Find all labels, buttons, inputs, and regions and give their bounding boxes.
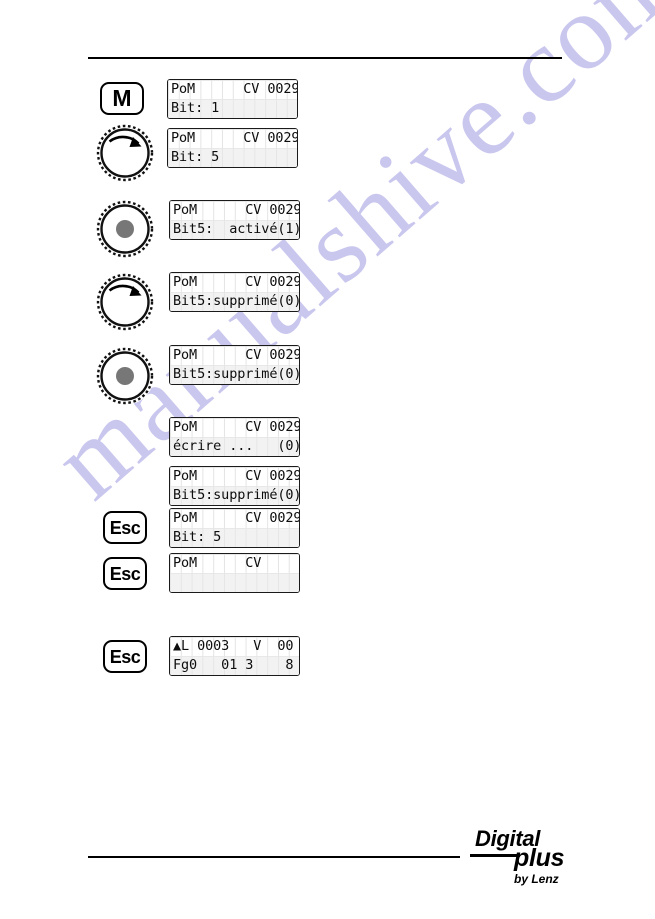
lcd-display: PoM CV 0029 Bit5: activé(1): [169, 200, 300, 240]
lcd-display: ▲L 0003 V 00 Fg0 01 3 8: [169, 636, 300, 676]
lcd-display: PoM CV 0029 Bit5:supprimé(0): [169, 272, 300, 312]
lcd-line-1: ▲L 0003 V 00: [173, 637, 294, 654]
logo-word-plus: plus: [514, 844, 565, 872]
lcd-display: PoM CV 0029 Bit5:supprimé(0): [169, 466, 300, 506]
lcd-line-2: [170, 573, 299, 592]
brand-logo: Digital plus by Lenz: [462, 826, 582, 888]
knob-press-icon[interactable]: [96, 200, 154, 258]
escape-key-label: Esc: [109, 563, 141, 584]
mode-key-icon[interactable]: M: [100, 82, 144, 115]
knob-press-icon[interactable]: [96, 347, 154, 405]
logo-byline: by Lenz: [514, 872, 559, 886]
lcd-line-2: Bit: 5: [170, 528, 299, 547]
lcd-line-1: PoM CV 0029: [173, 509, 300, 526]
lcd-line-1: PoM CV 0029: [173, 418, 300, 435]
lcd-line-1: PoM CV 0029: [173, 273, 300, 290]
lcd-display: PoM CV 0029 écrire ... (0): [169, 417, 300, 457]
lcd-line-2: Bit5:supprimé(0): [170, 486, 299, 505]
instruction-step-list: M PoM CV 0029 Bit: 1 PoM CV 0029 Bit: 5: [0, 0, 655, 919]
lcd-display: PoM CV 0029 Bit: 5: [169, 508, 300, 548]
lcd-line-1: PoM CV 0029: [171, 129, 298, 146]
lcd-line-2: Bit5:supprimé(0): [170, 292, 299, 311]
lcd-display: PoM CV _: [169, 553, 300, 593]
lcd-line-1: PoM CV 0029: [173, 346, 300, 363]
lcd-line-2: Bit5: activé(1): [170, 220, 299, 239]
escape-key-label: Esc: [109, 517, 141, 538]
escape-key-icon[interactable]: Esc: [103, 640, 147, 673]
lcd-line-2: Fg0 01 3 8: [170, 656, 299, 675]
footer-rule: [88, 856, 460, 858]
lcd-line-2: Bit: 5: [168, 148, 297, 167]
lcd-line-1: PoM CV _: [173, 554, 262, 571]
lcd-display: PoM CV 0029 Bit5:supprimé(0): [169, 345, 300, 385]
lcd-line-1: PoM CV 0029: [173, 201, 300, 218]
escape-key-icon[interactable]: Esc: [103, 511, 147, 544]
knob-rotate-icon[interactable]: [96, 124, 154, 182]
knob-rotate-icon[interactable]: [96, 273, 154, 331]
mode-key-label: M: [112, 85, 132, 111]
escape-key-icon[interactable]: Esc: [103, 557, 147, 590]
lcd-line-2: Bit: 1: [168, 99, 297, 118]
lcd-line-1: PoM CV 0029: [173, 467, 300, 484]
logo-underline: [470, 854, 520, 857]
lcd-display: PoM CV 0029 Bit: 1: [167, 79, 298, 119]
lcd-display: PoM CV 0029 Bit: 5: [167, 128, 298, 168]
header-rule: [88, 57, 562, 59]
lcd-line-1: PoM CV 0029: [171, 80, 298, 97]
escape-key-label: Esc: [109, 646, 141, 667]
lcd-line-2: écrire ... (0): [170, 437, 299, 456]
lcd-line-2: Bit5:supprimé(0): [170, 365, 299, 384]
